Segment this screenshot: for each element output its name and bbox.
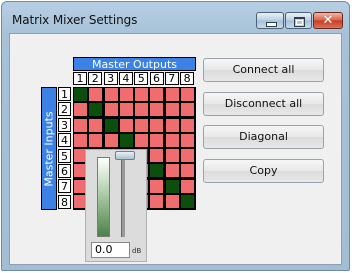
input-row-header: 6	[58, 164, 71, 178]
matrix-cell-disconnected[interactable]	[180, 88, 194, 101]
matrix-cell-disconnected[interactable]	[165, 103, 179, 117]
matrix-cell-disconnected[interactable]	[74, 133, 87, 147]
output-column-header: 4	[118, 72, 133, 85]
matrix-cell-disconnected[interactable]	[150, 133, 164, 147]
matrix-cell-connected[interactable]	[104, 118, 118, 132]
matrix-cell-disconnected[interactable]	[165, 149, 179, 162]
input-row-header: 2	[58, 102, 71, 117]
matrix-cell-connected[interactable]	[165, 179, 179, 193]
matrix-cell-disconnected[interactable]	[150, 194, 164, 208]
matrix-cell-disconnected[interactable]	[165, 164, 179, 178]
input-row-header: 4	[58, 133, 71, 148]
input-row-header: 8	[58, 194, 71, 209]
matrix-cell-disconnected[interactable]	[89, 118, 103, 132]
matrix-cell-disconnected[interactable]	[180, 133, 194, 147]
minimize-icon	[266, 22, 277, 27]
matrix-cell-disconnected[interactable]	[165, 133, 179, 147]
input-row-header: 3	[58, 117, 71, 132]
output-column-header: 8	[180, 72, 195, 85]
matrix-cell-disconnected[interactable]	[150, 149, 164, 162]
matrix-cell-disconnected[interactable]	[150, 103, 164, 117]
matrix-cell-disconnected[interactable]	[119, 103, 133, 117]
fader-knob[interactable]	[115, 151, 135, 160]
output-column-header: 3	[103, 72, 118, 85]
matrix-cell-disconnected[interactable]	[180, 179, 194, 193]
copy-button[interactable]: Copy	[203, 159, 324, 183]
matrix-cell-connected[interactable]	[89, 103, 103, 117]
gain-value-input[interactable]: 0.0	[91, 242, 130, 258]
matrix-cell-disconnected[interactable]	[104, 88, 118, 101]
window-title: Matrix Mixer Settings	[12, 13, 138, 27]
matrix-mixer-window: Matrix Mixer Settings ✕ Master Outputs M…	[1, 1, 350, 271]
matrix-cell-disconnected[interactable]	[89, 133, 103, 147]
matrix-cell-disconnected[interactable]	[180, 149, 194, 162]
matrix-cell-disconnected[interactable]	[135, 133, 148, 147]
diagonal-button[interactable]: Diagonal	[203, 125, 324, 149]
gain-fader-popup: 0.0 dB	[85, 149, 147, 262]
maximize-button[interactable]	[285, 12, 312, 29]
matrix-cell-connected[interactable]	[74, 88, 87, 101]
connect-all-button[interactable]: Connect all	[203, 58, 324, 82]
matrix-cell-disconnected[interactable]	[165, 118, 179, 132]
matrix-cell-disconnected[interactable]	[150, 118, 164, 132]
matrix-cell-connected[interactable]	[180, 194, 194, 208]
matrix-cell-disconnected[interactable]	[180, 103, 194, 117]
dialog-client-area: Master Outputs Master Inputs 12345678 12…	[9, 33, 342, 265]
matrix-cell-disconnected[interactable]	[104, 103, 118, 117]
title-bar[interactable]: Matrix Mixer Settings ✕	[2, 2, 349, 32]
level-meter	[97, 157, 110, 237]
matrix-cell-connected[interactable]	[150, 164, 164, 178]
matrix-cell-connected[interactable]	[119, 133, 133, 147]
input-row-header: 5	[58, 148, 71, 163]
output-column-header: 5	[134, 72, 149, 85]
matrix-cell-disconnected[interactable]	[165, 194, 179, 208]
gain-unit-label: dB	[132, 247, 142, 255]
minimize-button[interactable]	[256, 12, 284, 29]
matrix-cell-disconnected[interactable]	[180, 118, 194, 132]
master-inputs-label: Master Inputs	[41, 87, 57, 210]
input-row-header: 7	[58, 179, 71, 194]
disconnect-all-button[interactable]: Disconnect all	[203, 92, 324, 116]
matrix-cell-disconnected[interactable]	[119, 88, 133, 101]
matrix-cell-disconnected[interactable]	[119, 118, 133, 132]
input-row-header: 1	[58, 87, 71, 101]
matrix-cell-disconnected[interactable]	[135, 88, 148, 101]
matrix-cell-disconnected[interactable]	[74, 103, 87, 117]
maximize-icon	[294, 17, 305, 27]
matrix-cell-disconnected[interactable]	[89, 88, 103, 101]
output-column-header: 1	[73, 72, 87, 85]
fader-track[interactable]	[121, 157, 125, 237]
matrix-cell-disconnected[interactable]	[135, 118, 148, 132]
output-column-header: 7	[164, 72, 179, 85]
output-column-header: 6	[149, 72, 164, 85]
master-outputs-label: Master Outputs	[73, 57, 196, 71]
matrix-cell-disconnected[interactable]	[150, 88, 164, 101]
matrix-cell-disconnected[interactable]	[104, 133, 118, 147]
close-button[interactable]: ✕	[313, 12, 343, 29]
output-column-header: 2	[88, 72, 103, 85]
matrix-cell-disconnected[interactable]	[165, 88, 179, 101]
matrix-cell-disconnected[interactable]	[150, 179, 164, 193]
close-icon: ✕	[322, 13, 334, 28]
master-inputs-label-text: Master Inputs	[42, 110, 56, 187]
matrix-cell-disconnected[interactable]	[74, 118, 87, 132]
matrix-cell-disconnected[interactable]	[135, 103, 148, 117]
matrix-cell-disconnected[interactable]	[180, 164, 194, 178]
